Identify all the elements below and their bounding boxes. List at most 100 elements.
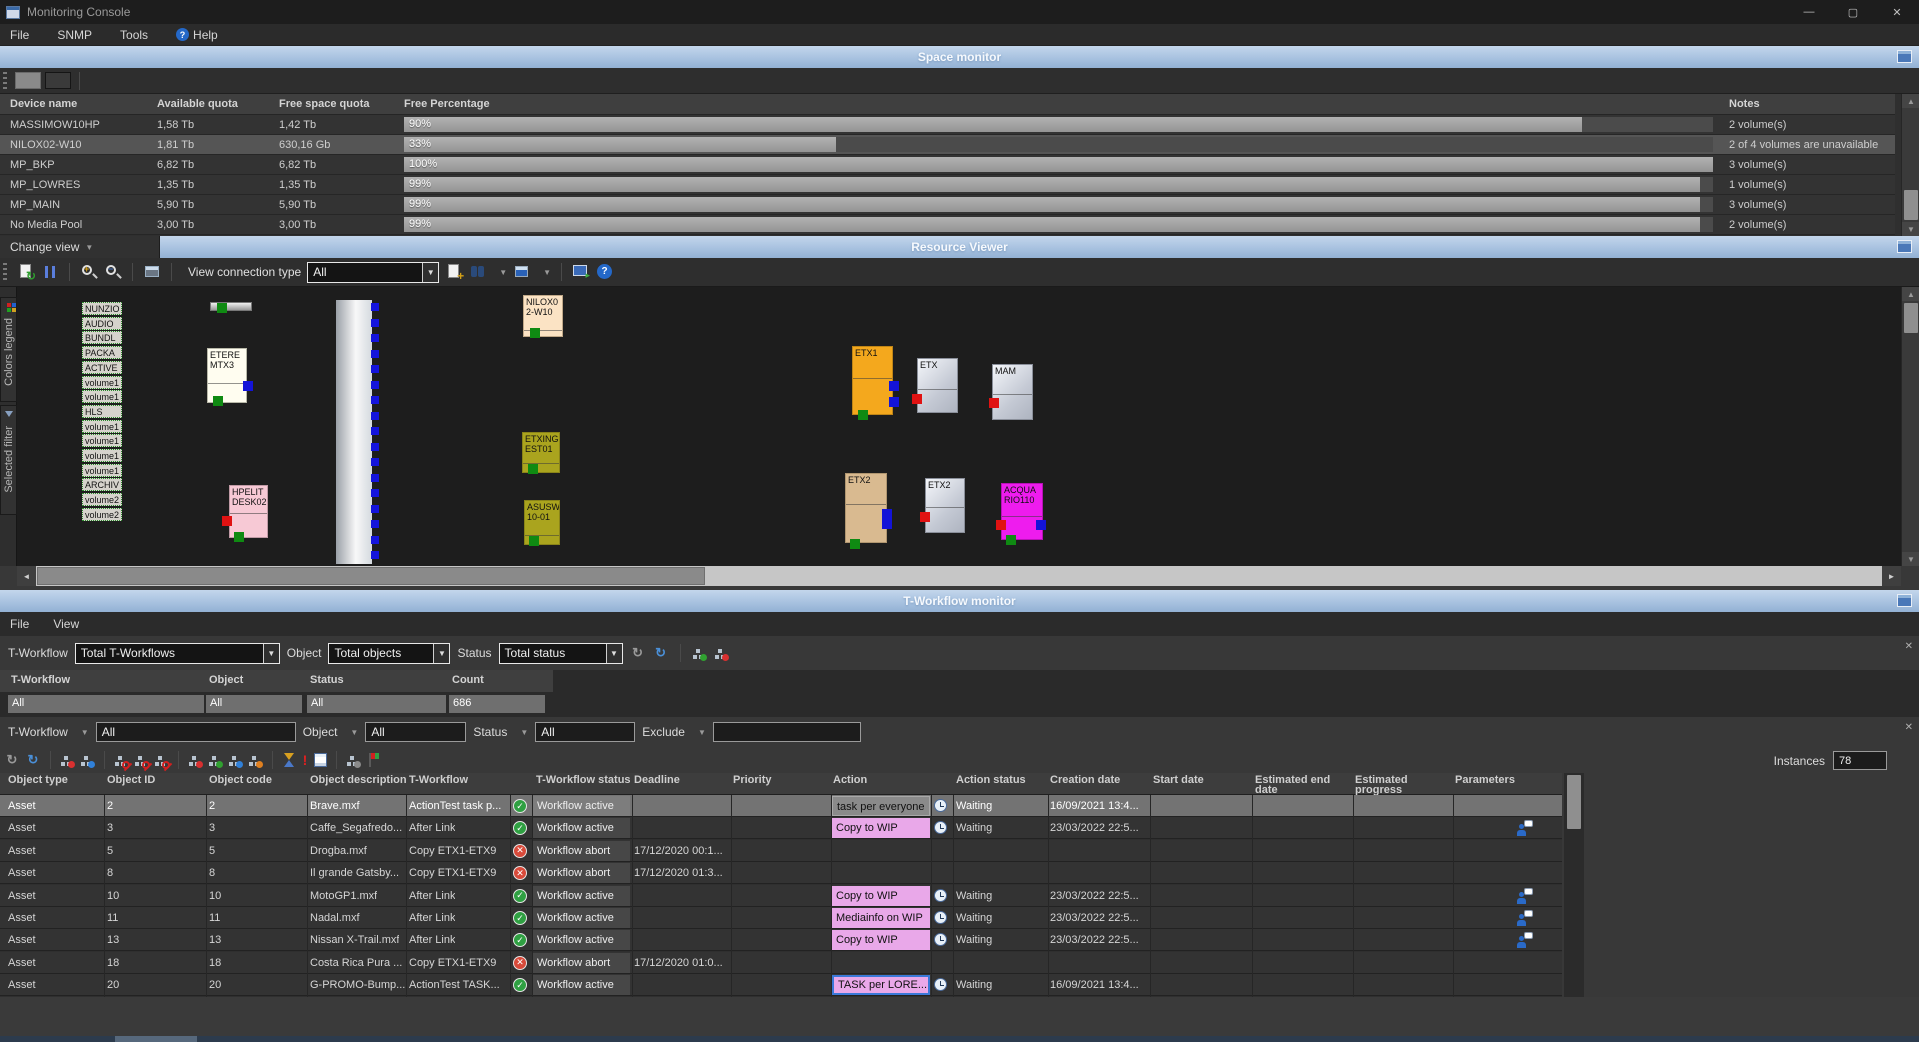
table-row[interactable]: Asset1313Nissan X-Trail.mxfAfter Link✓Wo…	[0, 929, 1562, 951]
filter-input[interactable]: All	[535, 722, 635, 742]
action-cell[interactable]: Mediainfo on WIP	[832, 908, 930, 928]
panel-icon[interactable]	[1897, 594, 1912, 607]
scroll-thumb[interactable]	[37, 567, 705, 585]
resource-canvas[interactable]: NUNZIOAUDIOBUNDLPACKAACTIVEvolume1volume…	[17, 287, 1901, 566]
close-icon[interactable]: ✕	[1905, 722, 1913, 733]
toolbar-button[interactable]	[15, 72, 41, 89]
device-node[interactable]: MAM	[992, 364, 1033, 420]
scroll-thumb[interactable]	[115, 1036, 197, 1042]
table-row[interactable]: Asset88Il grande Gatsby...Copy ETX1-ETX9…	[0, 862, 1562, 884]
scroll-thumb[interactable]	[1904, 190, 1918, 220]
legend-node[interactable]: volume2	[82, 508, 122, 521]
scroll-down-icon[interactable]: ▼	[1902, 222, 1919, 236]
legend-node[interactable]: ARCHIV	[82, 478, 122, 491]
workflow-add-arrow-icon[interactable]	[228, 753, 243, 768]
device-node[interactable]: NILOX0 2-W10	[523, 295, 563, 337]
workflow-info-icon[interactable]	[80, 753, 95, 768]
green-port-marker[interactable]	[529, 536, 539, 546]
table-row[interactable]: Asset1010MotoGP1.mxfAfter Link✓Workflow …	[0, 885, 1562, 907]
chevron-down-icon[interactable]: ▼	[350, 728, 358, 737]
green-port-marker[interactable]	[234, 532, 244, 542]
notes-icon[interactable]	[314, 753, 327, 767]
column-header[interactable]: Estimated progress	[1355, 775, 1408, 795]
drag-grip-icon[interactable]	[3, 72, 7, 90]
table-row[interactable]: Asset22Brave.mxfActionTest task p...✓Wor…	[0, 795, 1562, 817]
panel-icon[interactable]	[1897, 240, 1912, 253]
search-binoculars-icon[interactable]	[469, 263, 487, 281]
workflow-remove-icon[interactable]	[714, 646, 729, 661]
minimize-button[interactable]: —	[1787, 0, 1831, 24]
refresh-blue-icon[interactable]: ↻	[25, 752, 41, 768]
legend-node[interactable]: HLS	[82, 405, 122, 418]
legend-node[interactable]: BUNDL	[82, 331, 122, 344]
column-header[interactable]: Free space quota	[279, 98, 369, 110]
refresh-icon[interactable]: ↻	[630, 645, 646, 661]
workflow-orange-icon[interactable]	[248, 753, 263, 768]
red-port-marker[interactable]	[989, 398, 999, 408]
column-header[interactable]: Available quota	[157, 98, 238, 110]
column-header[interactable]: T-Workflow	[409, 775, 468, 795]
menu-view[interactable]: View	[53, 617, 79, 631]
table-row[interactable]: MASSIMOW10HP1,58 Tb1,42 Tb90%2 volume(s)	[0, 115, 1895, 135]
table-row[interactable]: Asset2020G-PROMO-Bump...ActionTest TASK.…	[0, 974, 1562, 996]
zoom-out-icon[interactable]: −	[104, 263, 122, 281]
display-export-icon[interactable]	[572, 263, 590, 281]
column-header[interactable]: Object description	[310, 775, 407, 795]
legend-node[interactable]: AUDIO	[82, 317, 122, 330]
table-row[interactable]: MP_BKP6,82 Tb6,82 Tb100%3 volume(s)	[0, 155, 1895, 175]
device-node[interactable]: ETX	[917, 358, 958, 413]
blue-port-marker[interactable]	[889, 397, 899, 407]
report-view-icon[interactable]	[143, 263, 161, 281]
blue-port-marker[interactable]	[243, 381, 253, 391]
help-icon[interactable]: ?	[596, 263, 614, 281]
table-row[interactable]: NILOX02-W101,81 Tb630,16 Gb33%2 of 4 vol…	[0, 135, 1895, 155]
parameters-icon[interactable]	[1517, 888, 1533, 904]
filter-select[interactable]: Total objects▼	[328, 643, 450, 664]
action-cell[interactable]: task per everyone	[832, 796, 930, 816]
table-row[interactable]: MP_MAIN5,90 Tb5,90 Tb99%3 volume(s)	[0, 195, 1895, 215]
filter-select[interactable]: Total status▼	[499, 643, 623, 664]
legend-node[interactable]: NUNZIO	[82, 302, 122, 315]
device-node[interactable]: ACQUA RIO110	[1001, 483, 1043, 540]
device-node[interactable]: ETX2	[925, 478, 965, 533]
refresh-blue-icon[interactable]: ↻	[653, 645, 669, 661]
panel-icon[interactable]	[1897, 50, 1912, 63]
legend-node[interactable]: volume1	[82, 449, 122, 462]
canvas-vertical-scrollbar[interactable]: ▲ ▼	[1901, 287, 1919, 566]
column-header[interactable]: Free Percentage	[404, 98, 490, 110]
green-port-marker[interactable]	[1006, 535, 1016, 545]
change-view-button[interactable]: Change view▼	[0, 236, 160, 258]
legend-node[interactable]: volume1	[82, 434, 122, 447]
alert-icon[interactable]: !	[301, 752, 309, 768]
column-header[interactable]: Parameters	[1455, 775, 1515, 795]
bottom-horizontal-scrollbar[interactable]	[0, 1036, 1919, 1042]
green-port-marker[interactable]	[850, 539, 860, 549]
hourglass-icon[interactable]	[282, 752, 296, 768]
green-port-marker[interactable]	[217, 303, 227, 313]
table-row[interactable]: Asset55Drogba.mxfCopy ETX1-ETX9✕Workflow…	[0, 840, 1562, 862]
blue-port-marker[interactable]	[1036, 520, 1046, 530]
tab-selected-filter[interactable]: Selected filter	[0, 405, 17, 515]
tab-colors-legend[interactable]: Colors legend	[0, 297, 17, 402]
scroll-right-icon[interactable]: ►	[1882, 566, 1901, 586]
filter-input[interactable]: All	[96, 722, 296, 742]
blue-port-marker[interactable]	[889, 381, 899, 391]
column-header[interactable]: Device name	[10, 98, 77, 110]
column-header[interactable]: Deadline	[634, 775, 680, 795]
chevron-down-icon[interactable]: ▼	[81, 728, 89, 737]
red-port-marker[interactable]	[222, 516, 232, 526]
selection-block-icon[interactable]	[134, 753, 149, 768]
parameters-icon[interactable]	[1517, 910, 1533, 926]
filter-input[interactable]	[713, 722, 861, 742]
scroll-thumb[interactable]	[1567, 775, 1581, 829]
action-cell[interactable]: Copy to WIP	[832, 818, 930, 838]
table-row[interactable]: MP_LOWRES1,35 Tb1,35 Tb99%1 volume(s)	[0, 175, 1895, 195]
column-header[interactable]: Estimated end date	[1255, 775, 1330, 795]
column-header[interactable]: Action	[833, 775, 867, 795]
scroll-up-icon[interactable]: ▲	[1902, 287, 1919, 301]
workflow-delete-icon[interactable]	[188, 753, 203, 768]
refresh-view-icon[interactable]: ↻	[17, 263, 35, 281]
table-vertical-scrollbar[interactable]	[1564, 773, 1584, 997]
red-port-marker[interactable]	[920, 512, 930, 522]
device-node[interactable]: HPELIT DESK02	[229, 485, 268, 538]
